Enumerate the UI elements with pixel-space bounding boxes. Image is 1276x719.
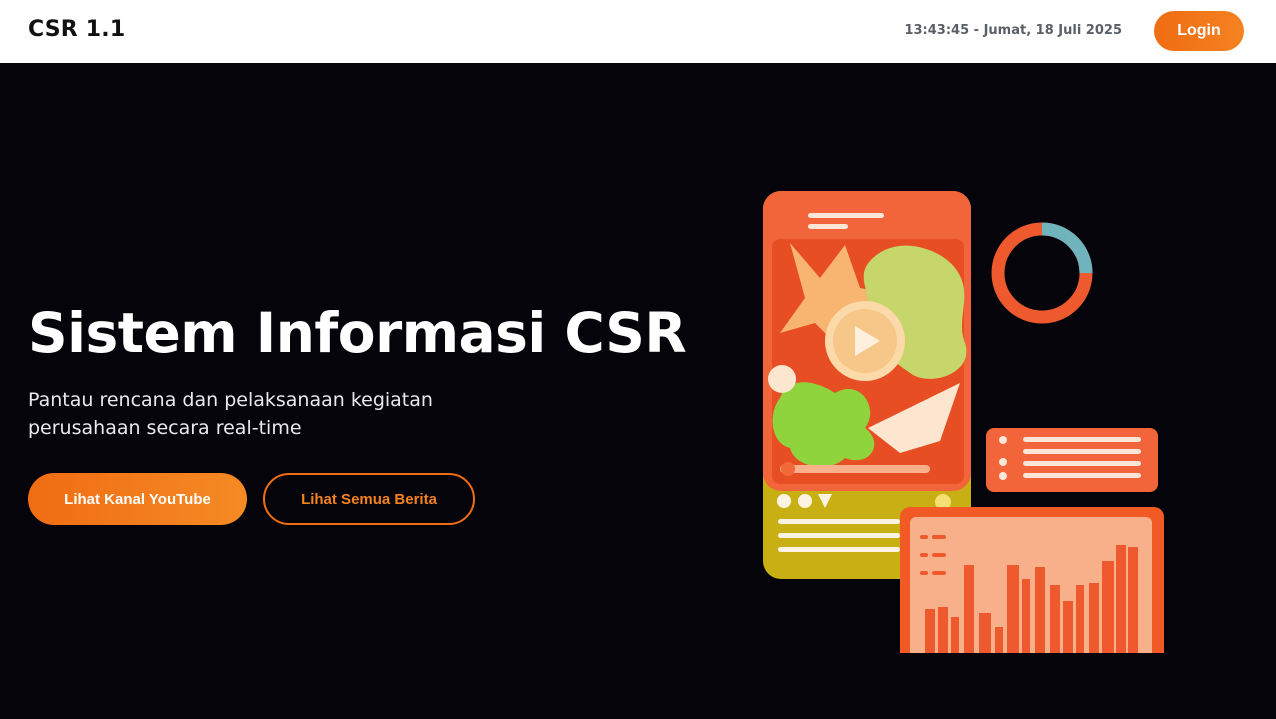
all-news-button[interactable]: Lihat Semua Berita [263, 473, 475, 525]
youtube-channel-button[interactable]: Lihat Kanal YouTube [28, 473, 247, 525]
top-navbar: CSR 1.1 13:43:45 - Jumat, 18 Juli 2025 L… [0, 0, 1276, 63]
bar-chart-card-icon [900, 507, 1164, 653]
donut-chart-icon [991, 222, 1093, 324]
list-card-icon [986, 428, 1158, 492]
hero-title: Sistem Informasi CSR [28, 301, 687, 365]
datetime-display: 13:43:45 - Jumat, 18 Juli 2025 [904, 23, 1122, 38]
hero-section: Sistem Informasi CSR Pantau rencana dan … [0, 63, 1276, 719]
hero-subtitle: Pantau rencana dan pelaksanaan kegiatan … [28, 389, 433, 439]
hero-illustration [763, 191, 1164, 653]
login-button[interactable]: Login [1154, 11, 1244, 51]
brand-logo-text[interactable]: CSR 1.1 [28, 17, 125, 42]
